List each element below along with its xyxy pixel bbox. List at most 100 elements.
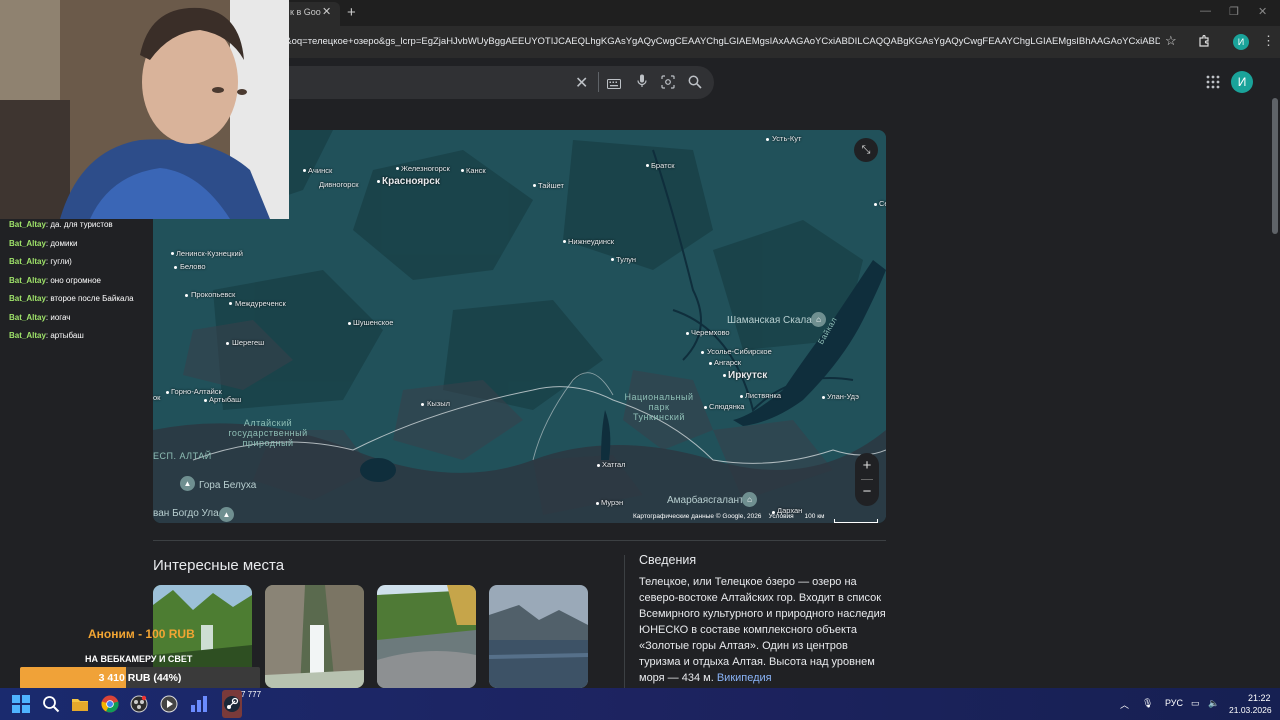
tab-close-icon[interactable]: ✕ [322, 5, 331, 18]
stream-chat: Bat_Altay: да. для туристов Bat_Altay: д… [9, 216, 169, 346]
microphone-icon[interactable] [637, 74, 647, 93]
zoom-control: + − [855, 453, 879, 506]
file-explorer-icon[interactable] [71, 695, 89, 713]
map-city-label[interactable]: Артыбаш [209, 395, 241, 404]
map-terms-link[interactable]: Условия [769, 513, 794, 520]
wikipedia-link[interactable]: Википедия [717, 672, 772, 684]
donation-goal-bar: 3 410 RUB (44%) [20, 667, 260, 689]
place-thumbnail[interactable] [489, 585, 588, 688]
extensions-icon[interactable] [1198, 34, 1210, 47]
map-city-label[interactable]: Черемхово [691, 328, 730, 337]
map-poi-label[interactable]: Шаманская Скала [727, 315, 812, 326]
chat-text: иогач [50, 312, 71, 322]
bookmark-star-icon[interactable]: ☆ [1165, 33, 1177, 49]
taskbar-search-icon[interactable] [42, 695, 60, 713]
clock-time[interactable]: 21:22 [1248, 693, 1271, 703]
map-poi-label[interactable]: Гора Белуха [199, 480, 256, 491]
map-city-label[interactable]: Ачинск [308, 166, 332, 175]
places-heading: Интересные места [153, 557, 285, 574]
chat-username: Bat_Altay [9, 275, 46, 285]
windows-start-icon[interactable] [12, 695, 30, 713]
tray-volume-icon[interactable]: 🔈 [1208, 698, 1219, 709]
zoom-out-button[interactable]: − [855, 480, 879, 504]
landmark-icon[interactable]: ⌂ [811, 312, 826, 327]
stats-app-icon[interactable] [190, 695, 208, 713]
map-city-label[interactable]: Усть-Кут [772, 134, 801, 143]
map-city-label[interactable]: Шушенское [353, 318, 393, 327]
map-city-label[interactable]: Тулун [616, 255, 636, 264]
chat-text: оно огромное [50, 275, 101, 285]
keyboard-icon[interactable] [607, 76, 621, 94]
chat-text: гугли) [50, 257, 72, 266]
map-city-label[interactable]: Братск [651, 161, 674, 170]
landmark-icon[interactable]: ⌂ [742, 492, 757, 507]
about-heading: Сведения [639, 553, 697, 567]
clear-search-icon[interactable]: ✕ [575, 73, 588, 93]
map-city-label[interactable]: Иркутск [728, 370, 767, 381]
google-account-avatar[interactable]: И [1231, 71, 1253, 93]
mountain-icon[interactable]: ▲ [219, 507, 234, 522]
map-scale-label: 100 км [804, 513, 825, 520]
map-city-label[interactable]: Ленинск-Кузнецкий [176, 249, 243, 258]
map-city-label[interactable]: Дивногорск [319, 180, 359, 189]
map-city-label[interactable]: Се [879, 199, 886, 208]
map-city-label[interactable]: Шерегеш [232, 338, 264, 347]
new-tab-icon[interactable]: + [347, 4, 356, 21]
search-icon[interactable] [688, 75, 702, 94]
map-city-dot [723, 374, 726, 377]
map-city-dot [348, 322, 351, 325]
tray-language[interactable]: РУС [1165, 698, 1183, 708]
tray-network-icon[interactable]: ▭ [1191, 698, 1200, 709]
map-city-dot [611, 258, 614, 261]
map-city-label[interactable]: Слюдянка [709, 402, 744, 411]
map-city-label[interactable]: Листвянка [745, 391, 781, 400]
place-thumbnail[interactable] [377, 585, 476, 688]
media-player-icon[interactable] [160, 695, 178, 713]
map-city-label[interactable]: Нижнеудинск [568, 237, 614, 246]
map-city-label[interactable]: Хатгал [602, 460, 626, 469]
about-text: Телецкое, или Телецкое о́зеро — озеро на… [639, 576, 886, 684]
map-city-label[interactable]: Тайшет [538, 181, 564, 190]
chat-text: артыбаш [50, 331, 84, 340]
obs-icon[interactable] [130, 695, 148, 713]
browser-profile-icon[interactable]: И [1233, 34, 1249, 50]
map-city-label[interactable]: Улан-Удэ [827, 392, 859, 401]
lens-icon[interactable] [661, 75, 675, 94]
map-city-label[interactable]: Канск [466, 166, 486, 175]
donation-name: Аноним - 100 RUB [88, 627, 195, 641]
browser-menu-icon[interactable]: ⋮ [1262, 33, 1275, 49]
map-city-label[interactable]: ок [153, 393, 160, 402]
map-city-label[interactable]: Красноярск [382, 176, 440, 187]
about-divider [624, 555, 625, 688]
restore-icon[interactable]: ❐ [1229, 5, 1239, 18]
clock-date[interactable]: 21.03.2026 [1229, 705, 1272, 715]
tray-mic-icon[interactable]: 🎙 [1142, 698, 1153, 709]
scrollbar-thumb[interactable] [1272, 98, 1278, 234]
map-city-label[interactable]: Ангарск [714, 358, 741, 367]
collapse-map-icon[interactable]: ⤡ [854, 138, 878, 162]
close-window-icon[interactable]: ✕ [1258, 5, 1267, 18]
map-city-label[interactable]: Белово [180, 262, 206, 271]
map-city-label[interactable]: Мурэн [601, 498, 623, 507]
google-apps-icon[interactable] [1206, 75, 1220, 89]
tab-active[interactable]: к в Goo [282, 2, 340, 26]
chrome-icon[interactable] [101, 695, 119, 713]
map-region-label: Национальный парк Тункинский [624, 392, 694, 422]
minimize-icon[interactable]: — [1200, 5, 1211, 17]
zoom-in-button[interactable]: + [855, 454, 879, 478]
map-city-dot [740, 395, 743, 398]
steam-icon[interactable] [223, 695, 241, 713]
map-city-label[interactable]: Усолье-Сибирское [707, 347, 772, 356]
address-bar[interactable]: o&oq=телецкое+озеро&gs_lcrp=EgZjaHJvbWUy… [280, 31, 1160, 53]
mountain-icon[interactable]: ▲ [180, 476, 195, 491]
section-divider [153, 540, 886, 541]
chat-message: Bat_Altay: домики [9, 238, 78, 248]
map-poi-label[interactable]: Амарбаясгалант [667, 495, 744, 506]
map-city-label[interactable]: Прокопьевск [191, 290, 235, 299]
tray-expand-icon[interactable]: ︿ [1120, 698, 1129, 711]
map-city-label[interactable]: Кызыл [427, 399, 450, 408]
map-city-label[interactable]: Междуреченск [235, 299, 286, 308]
map-poi-label[interactable]: ван Богдо Ула [153, 508, 219, 519]
place-thumbnail[interactable] [265, 585, 364, 688]
map-city-label[interactable]: Железногорск [401, 164, 450, 173]
